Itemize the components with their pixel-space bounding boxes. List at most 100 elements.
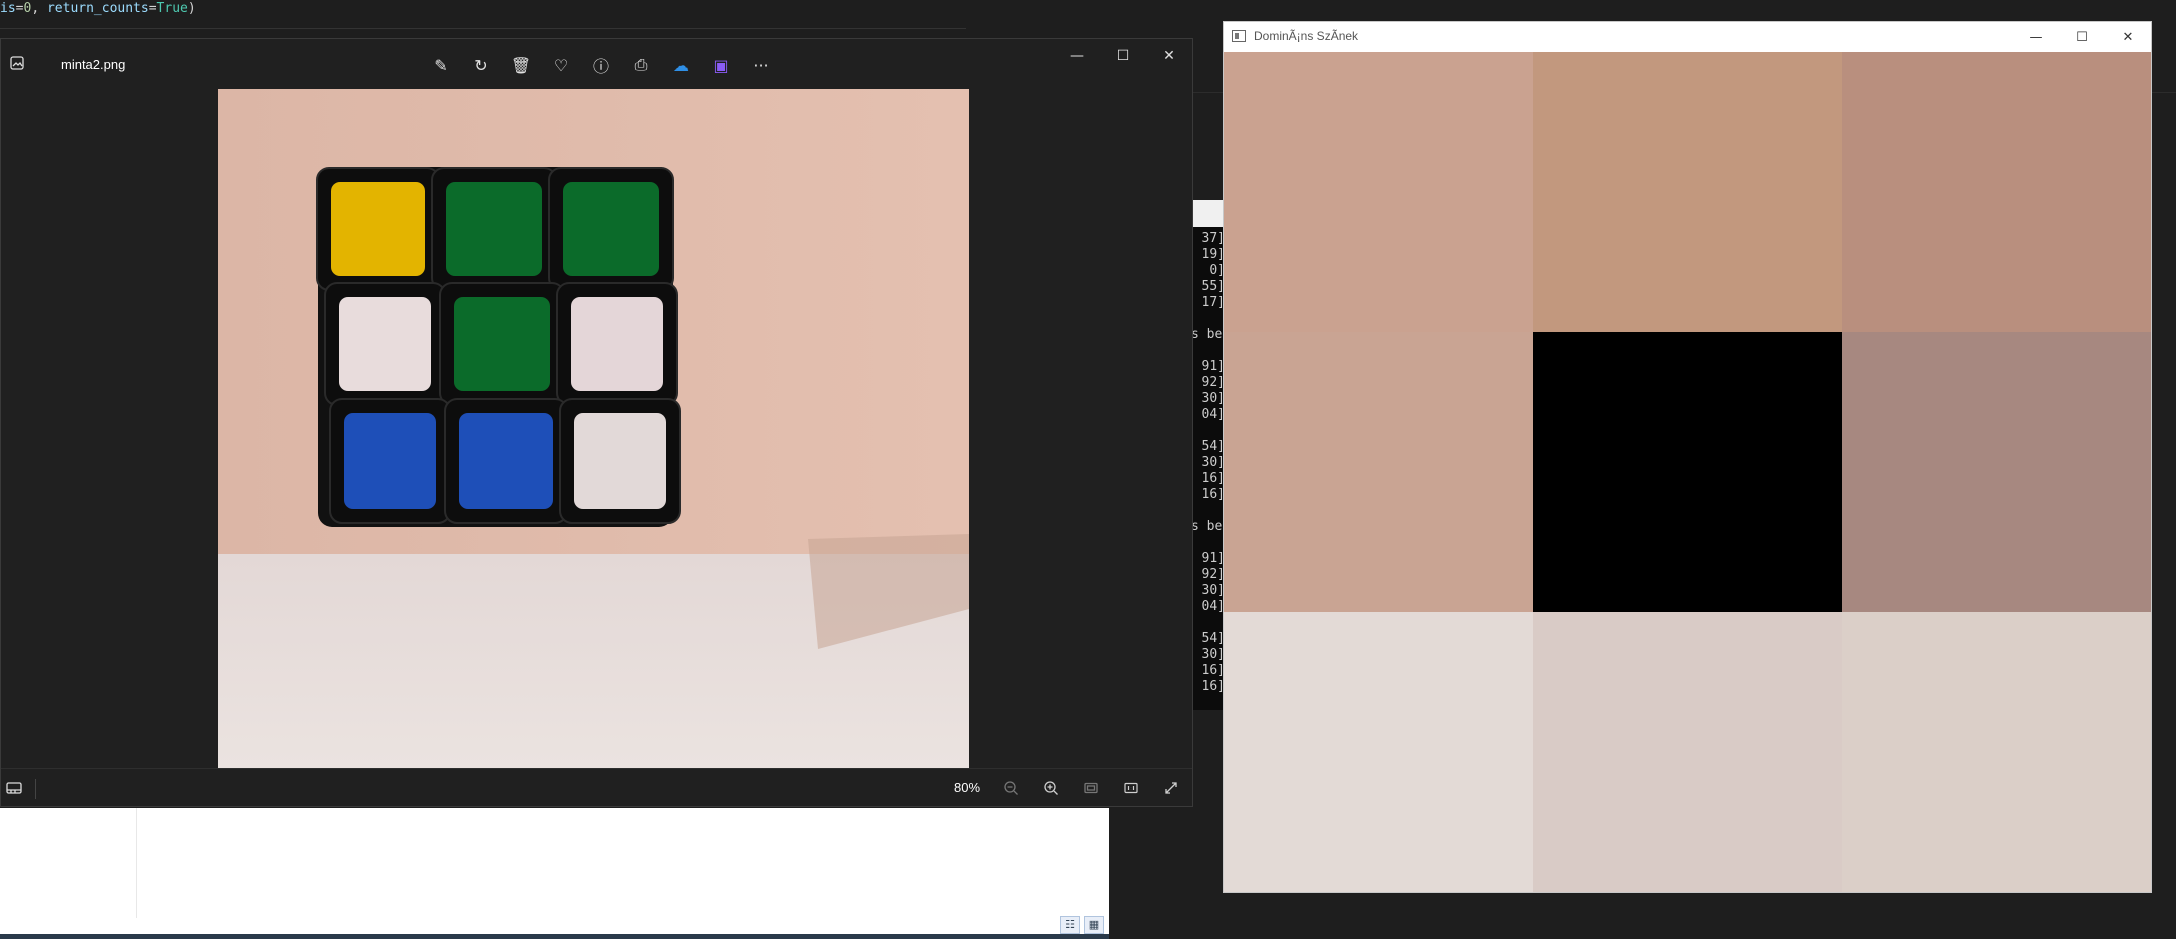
large-icons-view-icon[interactable]: ▦ bbox=[1084, 916, 1104, 934]
edit-image-icon[interactable]: ✎ bbox=[421, 51, 461, 79]
color-swatch bbox=[1224, 52, 1533, 332]
view-mode-switcher: ☷ ▦ bbox=[1060, 916, 1104, 936]
fit-to-window-icon[interactable] bbox=[1071, 775, 1111, 801]
console-line: s bea bbox=[1191, 327, 1225, 342]
color-swatch bbox=[1842, 332, 2151, 612]
onedrive-icon[interactable]: ☁ bbox=[661, 51, 701, 79]
close-button[interactable]: ✕ bbox=[1146, 39, 1192, 73]
info-icon[interactable]: ⓘ bbox=[581, 51, 621, 79]
color-swatch-grid bbox=[1224, 52, 2151, 892]
photos-window-controls: — ☐ ✕ bbox=[1054, 39, 1192, 73]
photos-app-icon[interactable] bbox=[7, 55, 27, 75]
delete-icon[interactable]: 🗑 bbox=[501, 51, 541, 79]
maximize-button[interactable]: ☐ bbox=[2059, 22, 2105, 52]
console-line: 92] bbox=[1201, 567, 1225, 582]
cube-sticker bbox=[331, 182, 425, 276]
photos-window: minta2.png ✎ ↻ 🗑 ♡ ⓘ ⎙ ☁ ▣ ··· — ☐ ✕ 80% bbox=[0, 38, 1193, 807]
cube-sticker bbox=[571, 297, 663, 391]
console-lines: 37]19]0]55]17]s bea91]92]30]04]54]30]16]… bbox=[1191, 231, 1225, 695]
console-line: 37] bbox=[1201, 231, 1225, 246]
console-line: 17] bbox=[1201, 295, 1225, 310]
console-line: 91] bbox=[1201, 359, 1225, 374]
pane-column-divider bbox=[136, 808, 137, 918]
console-line: 55] bbox=[1201, 279, 1225, 294]
color-swatch bbox=[1842, 612, 2151, 892]
zoom-tools bbox=[991, 775, 1191, 801]
print-icon[interactable]: ⎙ bbox=[621, 51, 661, 79]
console-line: 16] bbox=[1201, 487, 1225, 502]
code-token: is bbox=[0, 1, 16, 16]
photos-titlebar: minta2.png ✎ ↻ 🗑 ♡ ⓘ ⎙ ☁ ▣ ··· — ☐ ✕ bbox=[1, 39, 1192, 89]
console-line: 30] bbox=[1201, 647, 1225, 662]
fullscreen-icon[interactable] bbox=[1151, 775, 1191, 801]
console-line: 19] bbox=[1201, 247, 1225, 262]
console-line: s bea bbox=[1191, 519, 1225, 534]
photo-filename: minta2.png bbox=[61, 57, 126, 72]
console-line: 16] bbox=[1201, 471, 1225, 486]
console-line: 54] bbox=[1201, 631, 1225, 646]
zoom-in-icon[interactable] bbox=[1031, 775, 1071, 801]
filmstrip-icon[interactable] bbox=[5, 779, 25, 797]
console-line: 91] bbox=[1201, 551, 1225, 566]
photos-toolbar: ✎ ↻ 🗑 ♡ ⓘ ⎙ ☁ ▣ ··· bbox=[421, 51, 781, 79]
console-line: 54] bbox=[1201, 439, 1225, 454]
maximize-button[interactable]: ☐ bbox=[1100, 39, 1146, 73]
cube-sticker bbox=[446, 182, 542, 276]
rotate-icon[interactable]: ↻ bbox=[461, 51, 501, 79]
dominant-colors-window: DominÃ¡ns SzÃ­nek — ☐ ✕ bbox=[1223, 21, 2152, 893]
photos-statusbar: 80% bbox=[1, 768, 1192, 808]
console-line: 30] bbox=[1201, 391, 1225, 406]
favorite-icon[interactable]: ♡ bbox=[541, 51, 581, 79]
zoom-out-icon[interactable] bbox=[991, 775, 1031, 801]
cube-sticker bbox=[574, 413, 666, 509]
color-swatch bbox=[1224, 332, 1533, 612]
console-line: 92] bbox=[1201, 375, 1225, 390]
cube-sticker bbox=[339, 297, 431, 391]
console-line: 04] bbox=[1201, 599, 1225, 614]
code-token: ) bbox=[187, 1, 196, 16]
color-swatch bbox=[1224, 612, 1533, 892]
console-line: 16] bbox=[1201, 679, 1225, 694]
colors-titlebar: DominÃ¡ns SzÃ­nek — ☐ ✕ bbox=[1224, 22, 2151, 52]
console-line: 0] bbox=[1209, 263, 1225, 278]
console-line: 16] bbox=[1201, 663, 1225, 678]
color-swatch bbox=[1533, 332, 1842, 612]
taskbar-edge bbox=[0, 934, 1109, 939]
color-swatch bbox=[1533, 612, 1842, 892]
code-token: True bbox=[156, 1, 188, 16]
cube-sticker bbox=[459, 413, 553, 509]
rubiks-cube-photo bbox=[218, 89, 969, 768]
cube-sticker bbox=[563, 182, 659, 276]
details-view-icon[interactable]: ☷ bbox=[1060, 916, 1080, 934]
close-button[interactable]: ✕ bbox=[2105, 22, 2151, 52]
code-token: = bbox=[148, 1, 157, 16]
color-swatch bbox=[1533, 52, 1842, 332]
cube-sticker bbox=[454, 297, 550, 391]
code-token: , bbox=[31, 1, 47, 16]
minimize-button[interactable]: — bbox=[2013, 22, 2059, 52]
code-token: return_counts bbox=[46, 1, 149, 16]
console-line: 04] bbox=[1201, 407, 1225, 422]
clipchamp-icon[interactable]: ▣ bbox=[701, 51, 741, 79]
editor-divider bbox=[0, 28, 966, 29]
more-icon[interactable]: ··· bbox=[741, 51, 781, 79]
rubiks-cube-image bbox=[218, 89, 969, 768]
minimize-button[interactable]: — bbox=[1054, 39, 1100, 73]
console-line: 30] bbox=[1201, 455, 1225, 470]
console-header-strip bbox=[1191, 200, 1225, 227]
console-line: 30] bbox=[1201, 583, 1225, 598]
zoom-level: 80% bbox=[954, 780, 981, 795]
window-app-icon bbox=[1232, 30, 1246, 42]
file-explorer-pane bbox=[0, 808, 1109, 939]
window-title: DominÃ¡ns SzÃ­nek bbox=[1254, 29, 1359, 43]
code-line: is=0, return_counts=True) bbox=[0, 0, 196, 20]
actual-size-icon[interactable] bbox=[1111, 775, 1151, 801]
statusbar-separator bbox=[35, 779, 36, 799]
cube-sticker bbox=[344, 413, 436, 509]
